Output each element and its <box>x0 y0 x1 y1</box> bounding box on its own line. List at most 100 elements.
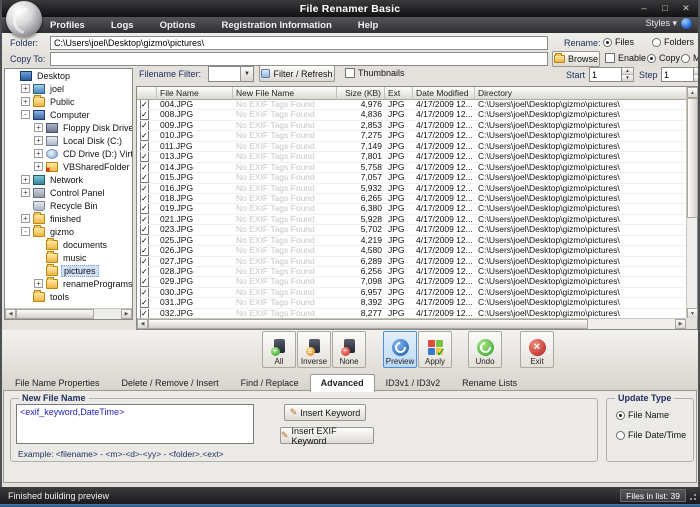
table-row[interactable]: ✓ 013.JPG No EXIF Tags Found 7,801 JPG 4… <box>137 152 687 162</box>
tree-item[interactable]: + Control Panel <box>5 186 132 199</box>
copy-to-input[interactable] <box>50 52 548 66</box>
table-row[interactable]: ✓ 010.JPG No EXIF Tags Found 7,275 JPG 4… <box>137 131 687 141</box>
copy-radio[interactable] <box>647 54 656 63</box>
expander-icon[interactable]: + <box>21 175 30 184</box>
row-checkbox[interactable]: ✓ <box>140 163 149 172</box>
row-checkbox[interactable]: ✓ <box>140 309 149 318</box>
row-checkbox[interactable]: ✓ <box>140 184 149 193</box>
tree-item[interactable]: - gizmo <box>5 225 132 238</box>
row-checkbox[interactable]: ✓ <box>140 100 149 109</box>
menu-registration[interactable]: Registration Information <box>221 20 331 31</box>
expander-icon[interactable]: + <box>21 84 30 93</box>
start-input[interactable] <box>589 67 622 82</box>
row-checkbox[interactable]: ✓ <box>140 173 149 182</box>
row-checkbox[interactable]: ✓ <box>140 142 149 151</box>
table-row[interactable]: ✓ 021.JPG No EXIF Tags Found 5,928 JPG 4… <box>137 215 687 225</box>
folder-input[interactable] <box>50 36 548 50</box>
expander-icon[interactable]: + <box>21 97 30 106</box>
row-checkbox[interactable]: ✓ <box>140 288 149 297</box>
expander-icon[interactable]: - <box>21 110 30 119</box>
row-checkbox[interactable]: ✓ <box>140 110 149 119</box>
tab-rename-lists[interactable]: Rename Lists <box>451 374 528 391</box>
update-file-datetime-radio[interactable] <box>616 431 625 440</box>
tree-item[interactable]: + Floppy Disk Drive (A:) <box>5 121 132 134</box>
table-row[interactable]: ✓ 011.JPG No EXIF Tags Found 7,149 JPG 4… <box>137 142 687 152</box>
select-all-button[interactable]: + All <box>262 331 296 368</box>
row-checkbox[interactable]: ✓ <box>140 204 149 213</box>
row-checkbox[interactable]: ✓ <box>140 215 149 224</box>
table-row[interactable]: ✓ 019.JPG No EXIF Tags Found 6,380 JPG 4… <box>137 204 687 214</box>
expander-icon[interactable]: + <box>21 188 30 197</box>
tree-item[interactable]: - Computer <box>5 108 132 121</box>
row-checkbox[interactable]: ✓ <box>140 277 149 286</box>
expander-icon[interactable]: + <box>34 149 43 158</box>
select-inverse-button[interactable]: ± Inverse <box>297 331 331 368</box>
table-vertical-scrollbar[interactable]: ▲ ▼ <box>686 87 697 319</box>
tab-delete-remove-insert[interactable]: Delete / Remove / Insert <box>111 374 230 391</box>
expander-icon[interactable]: + <box>34 162 43 171</box>
row-checkbox[interactable]: ✓ <box>140 257 149 266</box>
table-row[interactable]: ✓ 030.JPG No EXIF Tags Found 6,957 JPG 4… <box>137 288 687 298</box>
header-directory[interactable]: Directory <box>475 87 687 100</box>
table-row[interactable]: ✓ 009.JPG No EXIF Tags Found 2,853 JPG 4… <box>137 121 687 131</box>
tree-item[interactable]: + CD Drive (D:) VirtualBox Guest <box>5 147 132 160</box>
table-row[interactable]: ✓ 027.JPG No EXIF Tags Found 6,289 JPG 4… <box>137 257 687 267</box>
minimize-button[interactable]: – <box>638 2 650 14</box>
tree-item[interactable]: tools <box>5 290 132 303</box>
hscroll-thumb[interactable] <box>148 319 588 329</box>
row-checkbox[interactable]: ✓ <box>140 225 149 234</box>
filename-filter-dropdown[interactable]: ▼ <box>208 66 254 82</box>
table-row[interactable]: ✓ 026.JPG No EXIF Tags Found 4,580 JPG 4… <box>137 246 687 256</box>
table-horizontal-scrollbar[interactable]: ◀▶ <box>137 318 686 329</box>
move-radio[interactable] <box>681 54 690 63</box>
apply-button[interactable]: ✓ Apply <box>418 331 452 368</box>
tab-advanced[interactable]: Advanced <box>310 374 375 392</box>
table-row[interactable]: ✓ 004.JPG No EXIF Tags Found 4,976 JPG 4… <box>137 100 687 110</box>
tree-item[interactable]: + finished <box>5 212 132 225</box>
tree-item[interactable]: music <box>5 251 132 264</box>
insert-exif-keyword-button[interactable]: ✎Insert EXIF Keyword <box>280 427 374 444</box>
menu-options[interactable]: Options <box>160 20 196 31</box>
menu-logs[interactable]: Logs <box>111 20 134 31</box>
expander-icon[interactable]: + <box>34 136 43 145</box>
vscroll-thumb[interactable] <box>687 98 698 218</box>
tree-item[interactable]: Desktop <box>5 69 132 82</box>
preview-button[interactable]: Preview <box>383 331 417 368</box>
table-row[interactable]: ✓ 031.JPG No EXIF Tags Found 8,392 JPG 4… <box>137 298 687 308</box>
row-checkbox[interactable]: ✓ <box>140 131 149 140</box>
table-row[interactable]: ✓ 029.JPG No EXIF Tags Found 7,098 JPG 4… <box>137 277 687 287</box>
header-file-name[interactable]: File Name <box>157 87 233 100</box>
tree-item[interactable]: + Local Disk (C:) <box>5 134 132 147</box>
row-checkbox[interactable]: ✓ <box>140 152 149 161</box>
tree-item[interactable]: Recycle Bin <box>5 199 132 212</box>
tree-horizontal-scrollbar[interactable]: ◀ ▶ <box>5 308 132 319</box>
thumbnails-checkbox[interactable] <box>345 68 355 78</box>
expander-icon[interactable]: + <box>34 279 43 288</box>
header-new-file-name[interactable]: New File Name <box>233 87 337 100</box>
enable-checkbox[interactable] <box>605 53 615 63</box>
row-checkbox[interactable]: ✓ <box>140 121 149 130</box>
row-checkbox[interactable]: ✓ <box>140 236 149 245</box>
insert-keyword-button[interactable]: ✎Insert Keyword <box>284 404 366 421</box>
tree-item[interactable]: + VBSharedFolder (\\vboxsvr) (Z <box>5 160 132 173</box>
header-date-modified[interactable]: Date Modified <box>413 87 475 100</box>
select-none-button[interactable]: − None <box>332 331 366 368</box>
step-spin-buttons[interactable]: ▲▼ <box>694 67 700 82</box>
exit-button[interactable]: × Exit <box>520 331 554 368</box>
close-button[interactable]: ✕ <box>680 2 692 14</box>
styles-dropdown[interactable]: Styles ▾ <box>645 18 677 29</box>
rename-files-radio[interactable] <box>603 38 612 47</box>
tree-item[interactable]: + Network <box>5 173 132 186</box>
tab-id3v1-id3v2[interactable]: ID3v1 / ID3v2 <box>375 374 452 391</box>
row-checkbox[interactable]: ✓ <box>140 267 149 276</box>
menu-help[interactable]: Help <box>358 20 379 31</box>
resize-grip[interactable] <box>689 493 697 501</box>
new-file-name-textarea[interactable]: <exif_keyword,DateTime> <box>16 404 254 444</box>
tab-file-name-properties[interactable]: File Name Properties <box>4 374 111 391</box>
table-row[interactable]: ✓ 014.JPG No EXIF Tags Found 5,758 JPG 4… <box>137 163 687 173</box>
tree-item[interactable]: pictures <box>5 264 132 277</box>
start-spin-buttons[interactable]: ▲▼ <box>622 67 634 82</box>
table-row[interactable]: ✓ 023.JPG No EXIF Tags Found 5,702 JPG 4… <box>137 225 687 235</box>
table-row[interactable]: ✓ 028.JPG No EXIF Tags Found 6,256 JPG 4… <box>137 267 687 277</box>
table-row[interactable]: ✓ 008.JPG No EXIF Tags Found 4,836 JPG 4… <box>137 110 687 120</box>
